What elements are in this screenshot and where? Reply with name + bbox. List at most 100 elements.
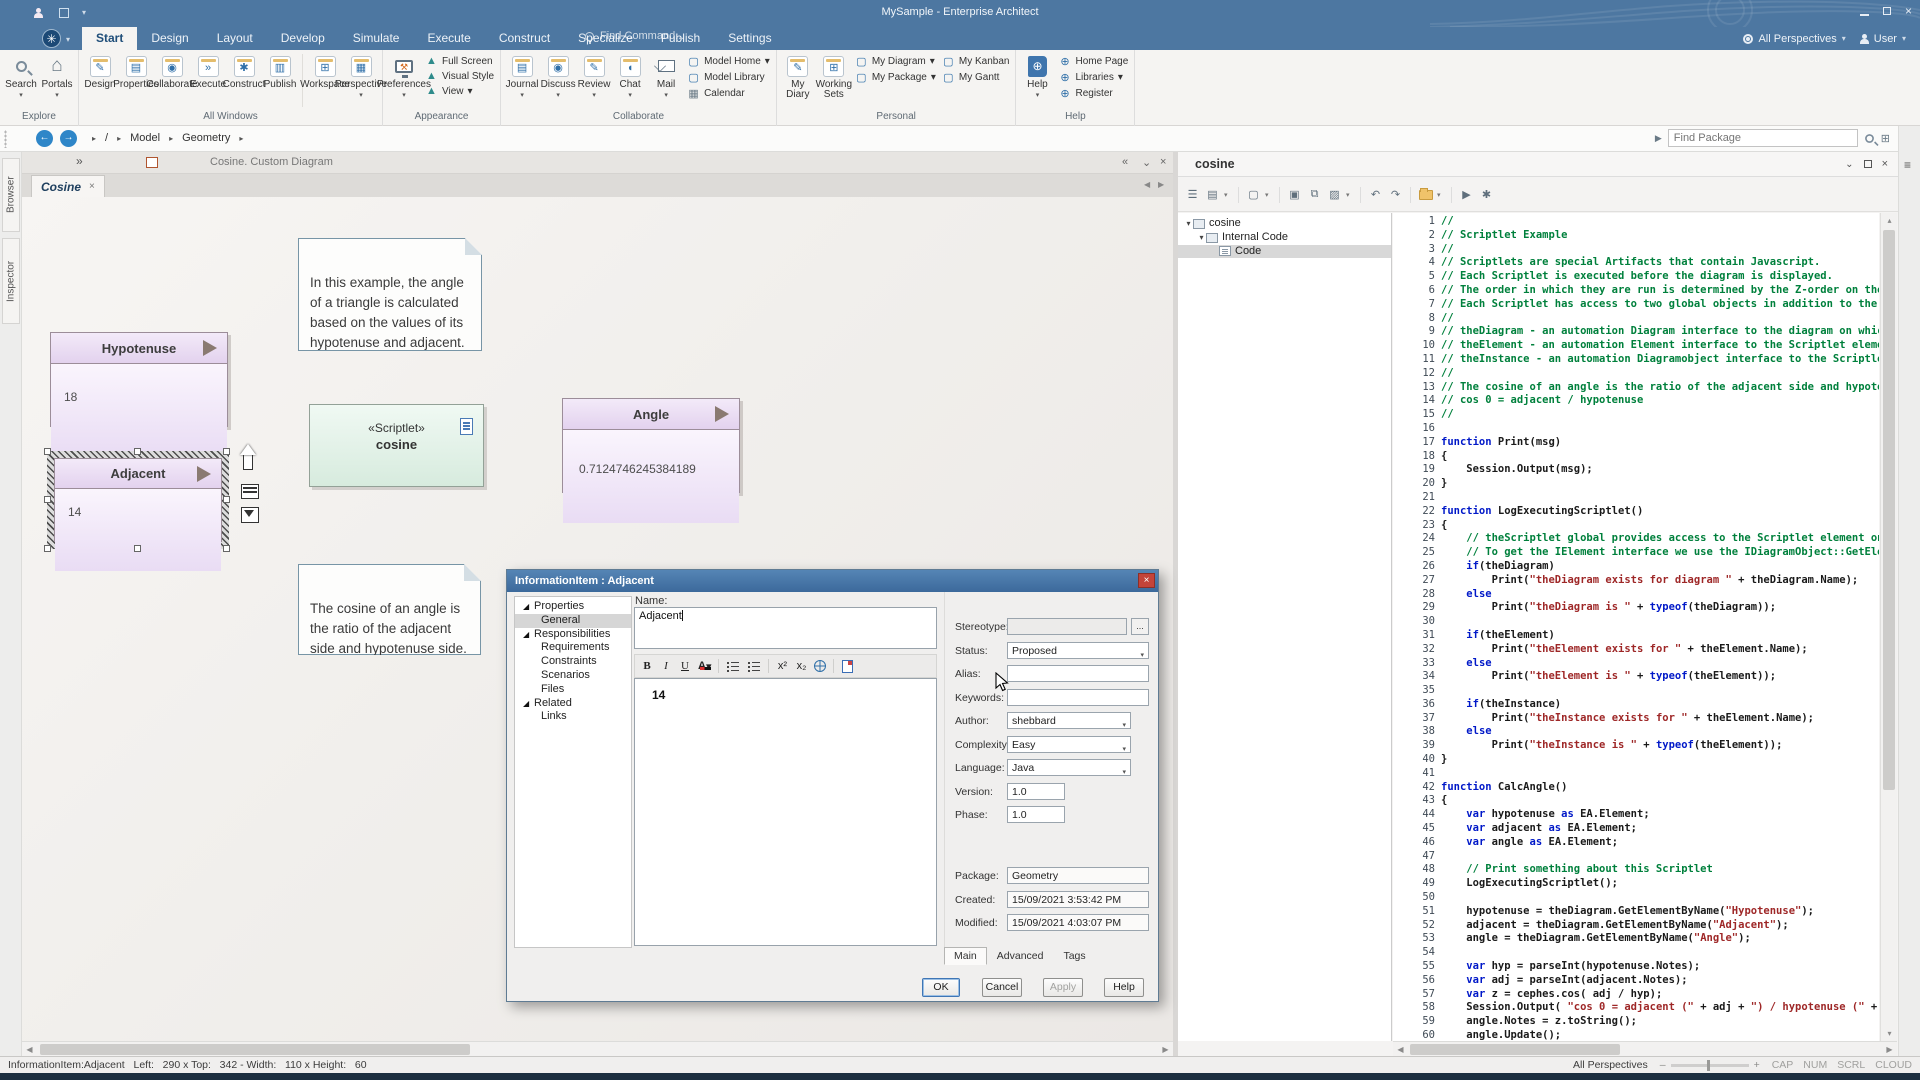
resize-handle[interactable]: [223, 545, 230, 552]
collapse-icon[interactable]: «: [1122, 156, 1128, 168]
field-author[interactable]: shebbard▾: [1007, 712, 1131, 729]
field-version[interactable]: 1.0: [1007, 783, 1065, 800]
ribbon-item-full-screen[interactable]: ▲Full Screen: [425, 55, 494, 67]
superscript-button[interactable]: x²: [774, 657, 790, 675]
ribbon-button-design[interactable]: ✎Design: [83, 52, 117, 109]
ribbon-item-my-diagram[interactable]: ▢My Diagram▾: [855, 55, 936, 68]
dialog-tree-properties[interactable]: ◢Properties: [515, 600, 631, 614]
ribbon-tab-develop[interactable]: Develop: [267, 27, 339, 50]
field-status[interactable]: Proposed▾: [1007, 642, 1149, 659]
toolbar-drag-handle[interactable]: [4, 130, 7, 148]
ribbon-tab-settings[interactable]: Settings: [714, 27, 785, 50]
canvas-hscrollbar[interactable]: ◀ ▶: [22, 1041, 1173, 1056]
ribbon-button-search[interactable]: Search▾: [4, 52, 38, 109]
all-perspectives-selector[interactable]: All Perspectives ▾: [1743, 33, 1845, 45]
minimize-button[interactable]: [1860, 14, 1869, 16]
field-stereotype[interactable]: [1007, 618, 1127, 635]
dialog-tree-links[interactable]: Links: [515, 710, 631, 724]
notes-field[interactable]: 14: [634, 678, 937, 946]
expander-icon[interactable]: ◢: [523, 697, 531, 711]
ribbon-tab-start[interactable]: Start: [82, 27, 137, 50]
dialog-tab-main[interactable]: Main: [944, 947, 987, 965]
chevron-down-icon[interactable]: ⌄: [1845, 159, 1853, 170]
expander-icon[interactable]: ▾: [1197, 231, 1206, 245]
ribbon-tab-simulate[interactable]: Simulate: [339, 27, 414, 50]
field-complexity[interactable]: Easy▾: [1007, 736, 1131, 753]
underline-button[interactable]: U: [677, 657, 693, 675]
copy-icon[interactable]: ⧉: [1306, 186, 1323, 203]
ribbon-tab-construct[interactable]: Construct: [485, 27, 564, 50]
resize-handle[interactable]: [134, 545, 141, 552]
zoom-out-icon[interactable]: –: [1660, 1059, 1666, 1071]
nav-back-button[interactable]: ←: [36, 130, 53, 147]
element-scriptlet-cosine[interactable]: «Scriptlet» cosine: [309, 404, 484, 487]
status-perspective[interactable]: All Perspectives: [1573, 1059, 1648, 1071]
dialog-title-bar[interactable]: InformationItem : Adjacent: [507, 570, 1158, 592]
list-view-icon[interactable]: ▤: [1204, 186, 1221, 203]
scroll-thumb[interactable]: [1410, 1044, 1620, 1055]
gear-icon[interactable]: ✱: [1478, 186, 1495, 203]
cancel-button[interactable]: Cancel: [982, 978, 1022, 997]
ribbon-button-construct[interactable]: ✱Construct: [227, 52, 261, 109]
zoom-track[interactable]: [1671, 1064, 1749, 1067]
field-language[interactable]: Java▾: [1007, 759, 1131, 776]
breadcrumb-item[interactable]: Geometry: [182, 132, 230, 144]
ribbon-button-chat[interactable]: ◖Chat▾: [613, 52, 647, 109]
menu-icon[interactable]: ≡: [1904, 158, 1911, 172]
breadcrumb-item[interactable]: Model: [130, 132, 160, 144]
ribbon-button-execute[interactable]: »Execute: [191, 52, 225, 109]
chevron-down-icon[interactable]: ▾: [1122, 765, 1126, 781]
chevron-down-icon[interactable]: ⌄: [1142, 156, 1151, 169]
close-icon[interactable]: ×: [1882, 158, 1888, 170]
browser-vertical-tab[interactable]: Browser: [2, 158, 20, 232]
help-button[interactable]: Help: [1104, 978, 1144, 997]
folder-icon[interactable]: [1417, 186, 1434, 203]
script-tree-code[interactable]: Code: [1178, 245, 1391, 259]
tab-close-icon[interactable]: ×: [89, 181, 95, 192]
zoom-slider[interactable]: – +: [1660, 1059, 1760, 1071]
find-command[interactable]: Find Command...: [585, 30, 684, 42]
expander-icon[interactable]: ◢: [523, 600, 531, 614]
ribbon-item-libraries[interactable]: ⊕Libraries▾: [1058, 71, 1128, 84]
ribbon-button-collaborate[interactable]: ◉Collaborate: [155, 52, 189, 109]
breadcrumb-item[interactable]: /: [105, 132, 108, 144]
new-doc-icon[interactable]: ▢: [1245, 186, 1262, 203]
ribbon-tab-layout[interactable]: Layout: [203, 27, 267, 50]
save-icon[interactable]: ▣: [1286, 186, 1303, 203]
ribbon-tab-execute[interactable]: Execute: [413, 27, 484, 50]
quicklink-arrow-up-icon[interactable]: [240, 444, 256, 470]
italic-button[interactable]: I: [658, 657, 674, 675]
user-menu[interactable]: User ▾: [1860, 33, 1906, 45]
ribbon-item-model-library[interactable]: ▢Model Library: [687, 71, 770, 84]
note-element-2[interactable]: The cosine of an angle is the ratio of t…: [298, 564, 481, 655]
inspector-vertical-tab[interactable]: Inspector: [2, 238, 20, 324]
name-field[interactable]: Adjacent: [634, 607, 937, 649]
ribbon-button-perspective[interactable]: ▦Perspective▾: [344, 52, 378, 109]
dialog-tab-tags[interactable]: Tags: [1053, 947, 1095, 965]
chevrons-icon[interactable]: »: [76, 154, 83, 168]
search-icon[interactable]: [1865, 134, 1874, 143]
scroll-up-icon[interactable]: ▴: [1882, 213, 1897, 228]
ribbon-item-calendar[interactable]: ▦Calendar: [687, 87, 770, 100]
ribbon-item-my-package[interactable]: ▢My Package▾: [855, 71, 936, 84]
chevron-down-icon[interactable]: ▾: [1346, 191, 1354, 199]
font-color-button[interactable]: A▾: [696, 657, 713, 675]
ribbon-item-register[interactable]: ⊕Register: [1058, 87, 1128, 100]
ribbon-item-view[interactable]: ▲View▾: [425, 85, 494, 97]
restore-button[interactable]: [1883, 7, 1891, 15]
note-element-1[interactable]: In this example, the angle of a triangle…: [298, 238, 482, 351]
nav-forward-button[interactable]: →: [60, 130, 77, 147]
subscript-button[interactable]: x₂: [793, 657, 809, 675]
script-panel-header[interactable]: cosine ⌄ ×: [1178, 152, 1898, 177]
ribbon-button-help[interactable]: ⊕Help▾: [1020, 52, 1054, 109]
code-vscrollbar[interactable]: ▴ ▾: [1880, 213, 1897, 1041]
dialog-tree-related[interactable]: ◢Related: [515, 697, 631, 711]
chevron-down-icon[interactable]: ▾: [1122, 718, 1126, 734]
dialog-tree-requirements[interactable]: Requirements: [515, 641, 631, 655]
ribbon-tab-design[interactable]: Design: [137, 27, 202, 50]
tab-scroll-right-icon[interactable]: ▶: [1158, 180, 1164, 189]
close-icon[interactable]: ×: [1160, 156, 1166, 168]
resize-handle[interactable]: [44, 496, 51, 503]
zoom-thumb[interactable]: [1707, 1060, 1710, 1071]
expander-icon[interactable]: ◢: [523, 628, 531, 642]
